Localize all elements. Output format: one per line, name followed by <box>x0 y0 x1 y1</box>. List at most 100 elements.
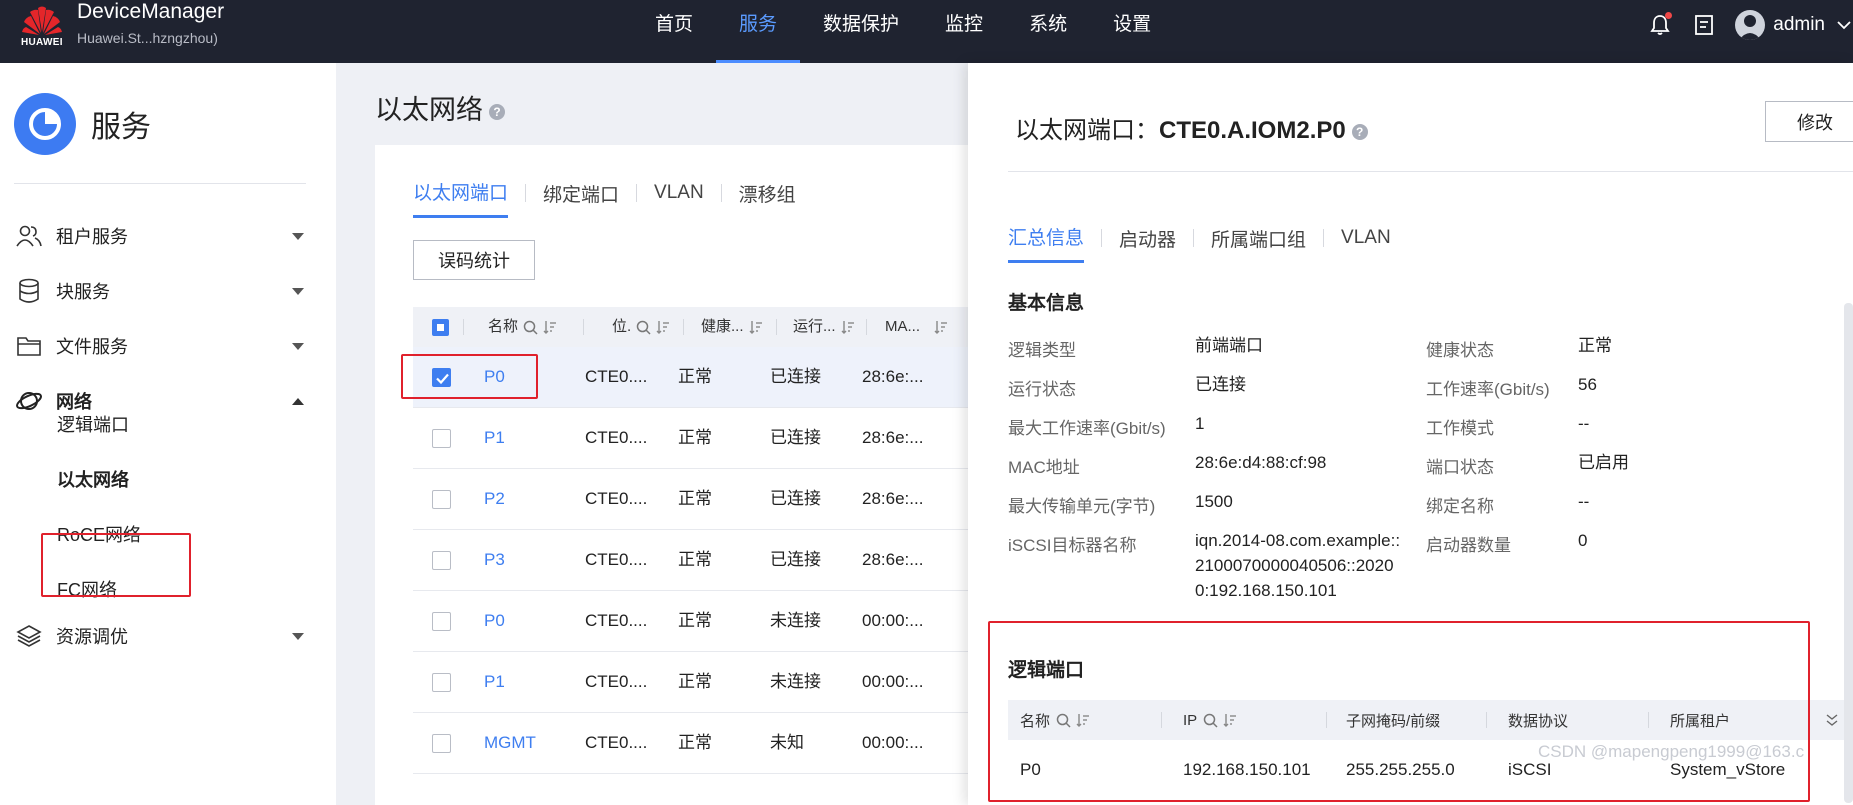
detail-tabs: 汇总信息 启动器 所属端口组 VLAN <box>1008 223 1391 263</box>
sort-icon[interactable] <box>656 320 670 334</box>
network-icon <box>14 386 44 416</box>
tab-vlan[interactable]: VLAN <box>1341 227 1391 259</box>
port-name-link[interactable]: P1 <box>484 652 505 712</box>
edit-button[interactable]: 修改 <box>1765 101 1853 142</box>
table-row[interactable]: P1 CTE0.... 正常 已连接 28:6e:... <box>413 408 975 469</box>
sidebar-sub-ethernet[interactable]: 以太网络 <box>57 466 129 492</box>
column-divider <box>683 319 684 335</box>
watermark: CSDN @mapengpeng1999@163.c <box>1538 742 1805 761</box>
tab-vlan[interactable]: VLAN <box>654 182 704 214</box>
nav-data-protection[interactable]: 数据保护 <box>800 0 922 63</box>
sidebar-header: 服务 <box>14 93 151 155</box>
user-avatar-icon[interactable] <box>1735 10 1766 40</box>
port-name-link[interactable]: P0 <box>484 591 505 651</box>
tab-divider <box>1323 229 1325 247</box>
tab-failover-group[interactable]: 漂移组 <box>739 180 796 217</box>
sort-icon[interactable] <box>543 320 557 334</box>
tab-summary[interactable]: 汇总信息 <box>1008 223 1085 263</box>
top-icons: admin <box>1647 0 1853 50</box>
tab-bond-port[interactable]: 绑定端口 <box>543 180 619 217</box>
column-header-running[interactable]: 运行... <box>793 307 855 347</box>
sidebar-divider <box>14 183 306 184</box>
table-header: 名称 位. 健康... 运行... MA... <box>413 307 975 347</box>
port-health: 正常 <box>678 550 712 569</box>
port-name-link[interactable]: P1 <box>484 408 505 468</box>
sidebar-item-resource-tuning[interactable]: 资源调优 <box>14 616 314 656</box>
column-header-name[interactable]: 名称 <box>488 307 557 347</box>
basic-info-heading: 基本信息 <box>1008 293 1085 314</box>
port-location: CTE0.... <box>585 733 648 752</box>
user-name[interactable]: admin <box>1773 14 1825 36</box>
search-icon[interactable] <box>636 320 651 335</box>
bell-icon[interactable] <box>1647 12 1673 38</box>
app-title: DeviceManager <box>77 0 225 23</box>
field-label: 端口状态 <box>1426 458 1494 477</box>
nav-system[interactable]: 系统 <box>1006 0 1090 63</box>
chevron-down-icon[interactable] <box>1826 700 1838 740</box>
search-icon[interactable] <box>523 320 538 335</box>
nav-services[interactable]: 服务 <box>716 0 801 63</box>
row-checkbox[interactable] <box>432 490 451 509</box>
port-name-link[interactable]: MGMT <box>484 713 536 773</box>
folder-icon <box>14 331 44 361</box>
table-row[interactable]: MGMT CTE0.... 正常 未知 00:00:... <box>413 713 975 774</box>
nav-monitor[interactable]: 监控 <box>922 0 1006 63</box>
port-location: CTE0.... <box>585 428 648 447</box>
port-name-link[interactable]: P2 <box>484 469 505 529</box>
column-header-location[interactable]: 位. <box>612 307 670 347</box>
task-list-icon[interactable] <box>1691 12 1717 38</box>
port-mac: 28:6e:... <box>862 489 924 508</box>
error-stats-button[interactable]: 误码统计 <box>413 240 535 280</box>
port-health: 正常 <box>678 672 712 691</box>
table-row[interactable]: P2 CTE0.... 正常 已连接 28:6e:... <box>413 469 975 530</box>
port-running: 已连接 <box>770 428 821 447</box>
chevron-down-icon[interactable] <box>1837 20 1851 30</box>
page-title: 以太网络? <box>375 88 505 127</box>
column-header-mac[interactable]: MA... <box>885 307 948 347</box>
iscsi-name-line: 2100070000040506::2020 <box>1195 556 1394 575</box>
sidebar-item-block-service[interactable]: 块服务 <box>14 271 314 311</box>
nav-home[interactable]: 首页 <box>632 0 716 63</box>
tab-initiator[interactable]: 启动器 <box>1119 225 1176 262</box>
user-group-icon <box>14 221 44 251</box>
field-value: 正常 <box>1578 336 1612 355</box>
table-row[interactable]: P3 CTE0.... 正常 已连接 28:6e:... <box>413 530 975 591</box>
sort-icon[interactable] <box>841 320 855 334</box>
port-mac: 28:6e:... <box>862 428 924 447</box>
sidebar-item-label: 资源调优 <box>56 627 128 647</box>
port-location: CTE0.... <box>585 367 648 386</box>
row-checkbox[interactable] <box>432 429 451 448</box>
field-value: -- <box>1578 492 1590 511</box>
field-value: 1500 <box>1195 492 1233 511</box>
field-label: 最大传输单元(字节) <box>1008 497 1156 516</box>
sidebar-sub-logical-port[interactable]: 逻辑端口 <box>57 411 129 437</box>
row-checkbox[interactable] <box>432 551 451 570</box>
row-checkbox[interactable] <box>432 673 451 692</box>
sort-icon[interactable] <box>749 320 763 334</box>
column-divider <box>866 319 867 335</box>
select-all-checkbox[interactable] <box>432 319 449 336</box>
help-icon[interactable]: ? <box>1351 123 1368 140</box>
sort-icon[interactable] <box>934 320 948 334</box>
sidebar-item-file-service[interactable]: 文件服务 <box>14 326 314 366</box>
field-value: 已启用 <box>1578 453 1629 472</box>
table-row[interactable]: P0 CTE0.... 正常 未连接 00:00:... <box>413 591 975 652</box>
expand-arrow-icon <box>292 287 304 295</box>
tab-port-group[interactable]: 所属端口组 <box>1211 225 1306 262</box>
device-name[interactable]: Huawei.St...hzngzhou) <box>77 30 218 46</box>
nav-settings[interactable]: 设置 <box>1090 0 1174 63</box>
tab-divider <box>525 184 527 202</box>
drawer-port-id: CTE0.A.IOM2.P0 <box>1159 117 1346 144</box>
field-label: 工作速率(Gbit/s) <box>1426 380 1550 399</box>
sidebar-item-tenant-service[interactable]: 租户服务 <box>14 216 314 256</box>
field-label: 健康状态 <box>1426 341 1494 360</box>
drawer-scrollbar[interactable] <box>1844 303 1853 803</box>
column-header-health[interactable]: 健康... <box>701 307 763 347</box>
tab-ethernet-port[interactable]: 以太网端口 <box>413 178 509 218</box>
row-checkbox[interactable] <box>432 612 451 631</box>
port-name-link[interactable]: P3 <box>484 530 505 590</box>
row-checkbox[interactable] <box>432 734 451 753</box>
table-row[interactable]: P1 CTE0.... 正常 未连接 00:00:... <box>413 652 975 713</box>
help-icon[interactable]: ? <box>489 103 505 120</box>
field-label: 运行状态 <box>1008 380 1076 399</box>
